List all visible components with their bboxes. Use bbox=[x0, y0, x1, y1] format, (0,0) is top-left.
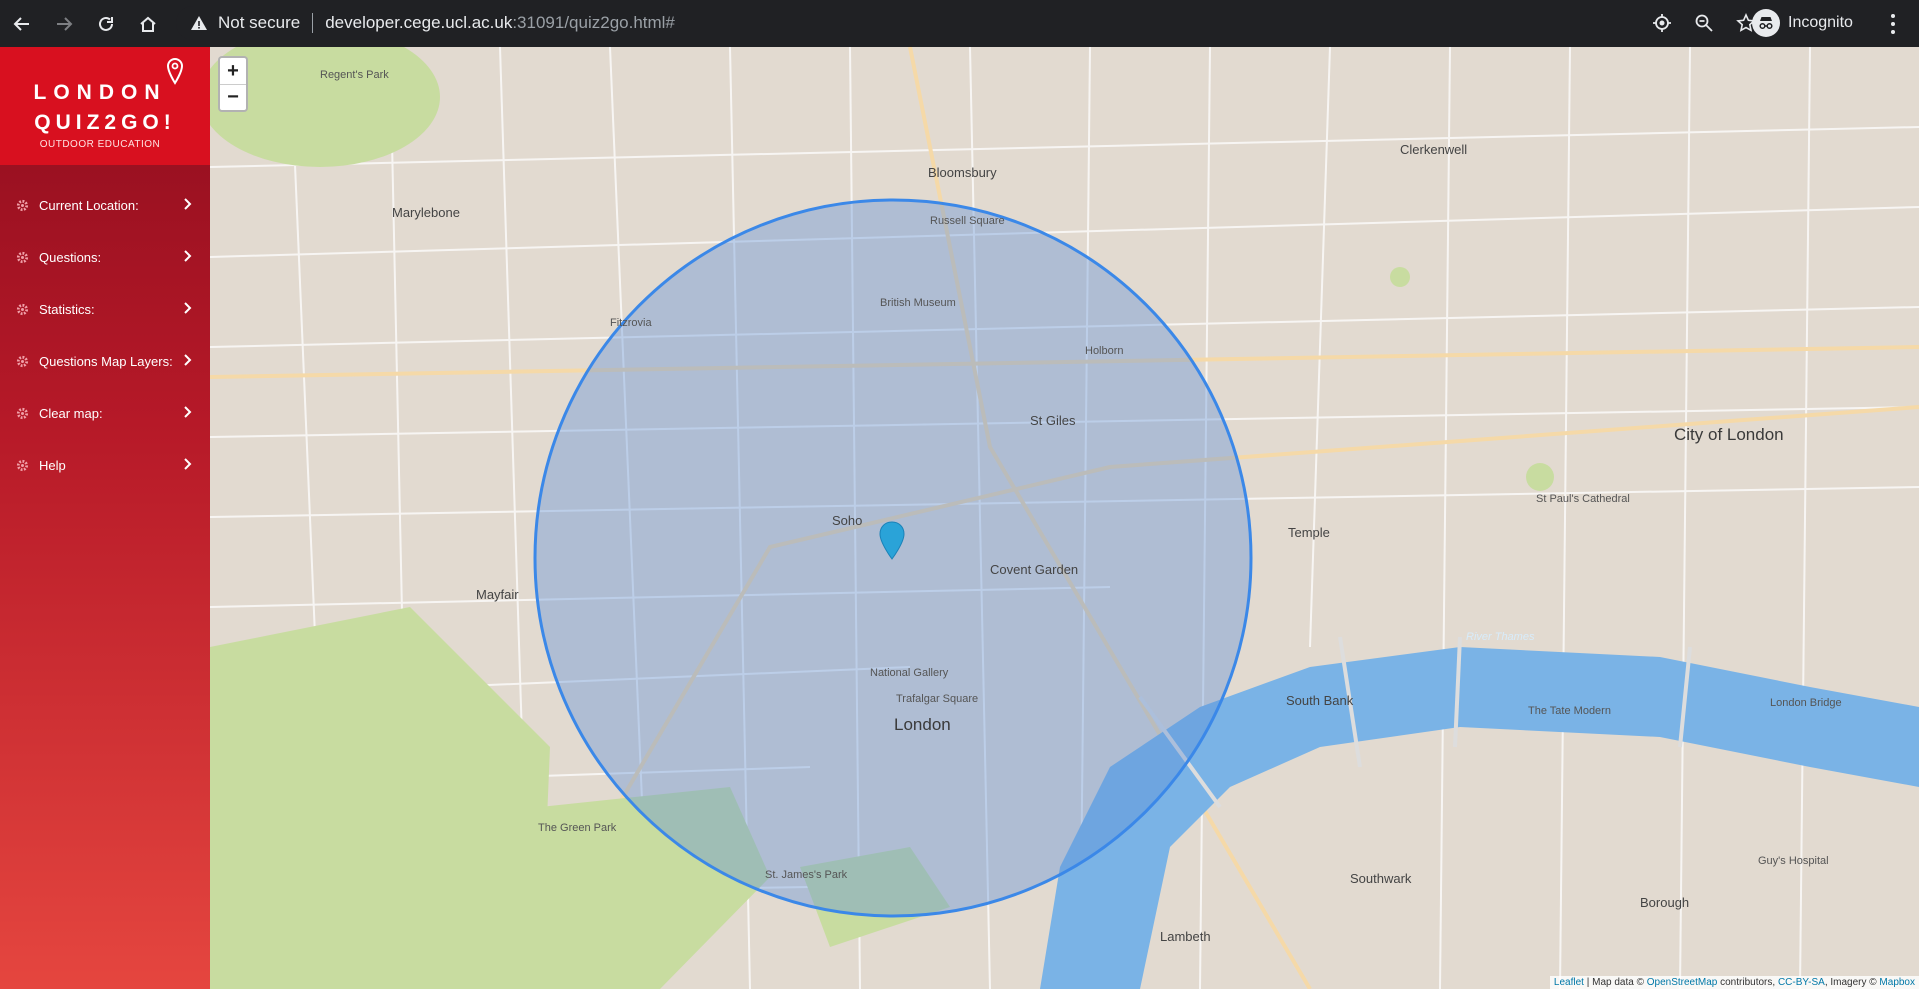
forward-button[interactable] bbox=[44, 4, 84, 44]
map-label: Temple bbox=[1288, 525, 1330, 540]
gear-icon bbox=[16, 199, 29, 211]
incognito-label: Incognito bbox=[1788, 14, 1853, 31]
map-pin-icon bbox=[166, 57, 184, 85]
zoom-out-button[interactable]: − bbox=[220, 84, 246, 110]
incognito-icon bbox=[1752, 9, 1780, 37]
zoom-in-button[interactable]: + bbox=[220, 58, 246, 84]
map-label: Southwark bbox=[1350, 871, 1412, 886]
sidebar-item-current-location[interactable]: Current Location: bbox=[0, 179, 210, 231]
map-label: South Bank bbox=[1286, 693, 1354, 708]
sidebar-item-questions[interactable]: Questions: bbox=[0, 231, 210, 283]
reload-button[interactable] bbox=[86, 4, 126, 44]
chevron-right-icon bbox=[184, 458, 192, 470]
chevron-right-icon bbox=[184, 406, 192, 418]
sidebar-item-questions-map-layers[interactable]: Questions Map Layers: bbox=[0, 335, 210, 387]
map-label: St Giles bbox=[1030, 413, 1076, 428]
license-link[interactable]: CC-BY-SA bbox=[1778, 977, 1825, 988]
zoom-control: + − bbox=[218, 56, 248, 112]
url-path: :31091/quiz2go.html# bbox=[512, 13, 675, 32]
map-label: Marylebone bbox=[392, 205, 460, 220]
sidebar-item-clear-map[interactable]: Clear map: bbox=[0, 387, 210, 439]
home-button[interactable] bbox=[128, 4, 168, 44]
warning-icon bbox=[191, 16, 207, 30]
gear-icon bbox=[16, 251, 29, 263]
sidebar-item-label: Statistics: bbox=[39, 301, 95, 317]
map-canvas[interactable]: Regent's Park Marylebone Bloomsbury Cler… bbox=[210, 47, 1919, 989]
address-bar-actions bbox=[1652, 6, 1756, 40]
back-button[interactable] bbox=[2, 4, 42, 44]
gear-icon bbox=[16, 459, 29, 471]
osm-link[interactable]: OpenStreetMap bbox=[1647, 977, 1718, 988]
map-label: Lambeth bbox=[1160, 929, 1211, 944]
chevron-right-icon bbox=[184, 302, 192, 314]
gear-icon bbox=[16, 303, 29, 315]
map-label: City of London bbox=[1674, 425, 1784, 444]
map-label: Russell Square bbox=[930, 215, 1005, 227]
chevron-right-icon bbox=[184, 250, 192, 262]
map-label: National Gallery bbox=[870, 667, 949, 679]
forward-arrow-icon bbox=[57, 16, 73, 31]
map-label: Regent's Park bbox=[320, 69, 389, 81]
map-label: St. James's Park bbox=[765, 869, 848, 881]
back-arrow-icon bbox=[13, 16, 29, 31]
attribution-text: | Map data © bbox=[1583, 977, 1647, 988]
sidebar-menu: Current Location: Questions: Statistics:… bbox=[0, 179, 210, 491]
address-divider bbox=[312, 13, 314, 33]
logo-tagline: OUTDOOR EDUCATION bbox=[39, 139, 161, 150]
map-label: London Bridge bbox=[1770, 697, 1842, 709]
app-logo[interactable]: LONDON QUIZ2GO! OUTDOOR EDUCATION bbox=[0, 47, 210, 165]
sidebar-item-help[interactable]: Help bbox=[0, 439, 210, 491]
map-label: Clerkenwell bbox=[1400, 142, 1468, 157]
map-tiles[interactable] bbox=[210, 47, 1919, 989]
map-label: Fitzrovia bbox=[610, 317, 652, 329]
url-host: developer.cege.ucl.ac.uk bbox=[325, 13, 513, 32]
chevron-right-icon bbox=[184, 354, 192, 366]
attribution-contributors: contributors, bbox=[1717, 977, 1778, 988]
map-label: London bbox=[894, 715, 951, 734]
sidebar: LONDON QUIZ2GO! OUTDOOR EDUCATION Curren… bbox=[0, 47, 210, 989]
map-label: British Museum bbox=[880, 297, 956, 309]
location-marker-icon[interactable] bbox=[878, 521, 906, 561]
map-label: Mayfair bbox=[476, 587, 519, 602]
map-label: Bloomsbury bbox=[928, 165, 997, 180]
map-label: Soho bbox=[832, 513, 863, 528]
map-label: Trafalgar Square bbox=[896, 693, 979, 705]
sidebar-item-label: Questions: bbox=[39, 249, 102, 265]
gear-icon bbox=[16, 407, 29, 419]
location-target-icon[interactable] bbox=[1652, 13, 1672, 33]
map-label: The Green Park bbox=[538, 822, 617, 834]
map-label: The Tate Modern bbox=[1528, 705, 1611, 717]
sidebar-item-label: Clear map: bbox=[39, 405, 103, 421]
browser-toolbar: Not secure developer.cege.ucl.ac.uk:3109… bbox=[0, 0, 1919, 47]
reload-icon bbox=[99, 16, 113, 31]
security-label[interactable]: Not secure bbox=[218, 13, 300, 33]
zoom-icon[interactable] bbox=[1694, 13, 1714, 33]
browser-menu-icon[interactable] bbox=[1882, 12, 1904, 36]
sidebar-item-label: Questions Map Layers: bbox=[39, 353, 173, 369]
map-label: Guy's Hospital bbox=[1758, 855, 1829, 867]
map-label: St Paul's Cathedral bbox=[1536, 493, 1630, 505]
map-label: Covent Garden bbox=[990, 562, 1079, 577]
map-label: Borough bbox=[1640, 895, 1690, 910]
map-attribution: Leaflet | Map data © OpenStreetMap contr… bbox=[1549, 976, 1919, 989]
gear-icon bbox=[16, 355, 29, 367]
map-label: River Thames bbox=[1466, 631, 1535, 643]
leaflet-link[interactable]: Leaflet bbox=[1554, 977, 1584, 988]
incognito-profile[interactable]: Incognito bbox=[1752, 6, 1853, 40]
home-icon bbox=[140, 16, 156, 32]
sidebar-item-label: Current Location: bbox=[39, 197, 139, 213]
sidebar-item-label: Help bbox=[39, 457, 66, 473]
map-label: Holborn bbox=[1085, 345, 1124, 357]
sidebar-item-statistics[interactable]: Statistics: bbox=[0, 283, 210, 335]
logo-title-line2: QUIZ2GO! bbox=[34, 111, 176, 134]
attribution-imagery: , Imagery © bbox=[1824, 977, 1880, 988]
address-bar[interactable]: Not secure developer.cege.ucl.ac.uk:3109… bbox=[176, 6, 1756, 40]
mapbox-link[interactable]: Mapbox bbox=[1879, 977, 1915, 988]
chevron-right-icon bbox=[184, 198, 192, 210]
